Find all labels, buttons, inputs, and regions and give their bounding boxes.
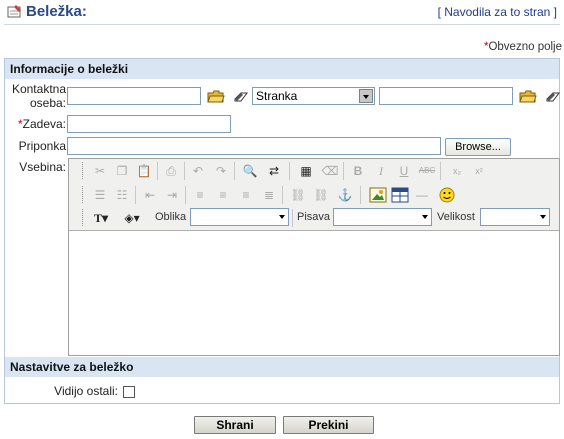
bold-icon[interactable]: B: [349, 162, 367, 180]
folder-open-icon[interactable]: [207, 90, 225, 103]
editor-toolbar-row-2: ☰ ☷ ⇤ ⇥ ≡ ≡ ≡ ≣ ⛓ ⛓ ⚓ ―: [69, 183, 559, 206]
indent-icon[interactable]: ⇥: [163, 186, 181, 204]
subject-input[interactable]: [67, 115, 231, 133]
header-divider: [4, 24, 560, 25]
undo-icon[interactable]: ↶: [189, 162, 207, 180]
unlink-icon[interactable]: ⛓: [312, 186, 330, 204]
underline-icon[interactable]: U: [395, 162, 413, 180]
select-all-icon[interactable]: ▦: [297, 162, 315, 180]
cut-icon[interactable]: ✂: [91, 162, 109, 180]
save-button[interactable]: Shrani: [194, 416, 276, 434]
replace-icon[interactable]: ⇄: [265, 162, 283, 180]
chevron-down-icon: [419, 209, 431, 225]
browse-button[interactable]: Browse...: [445, 138, 511, 156]
content-label: Vsebina:: [19, 160, 66, 174]
paste-icon[interactable]: 📋: [135, 162, 153, 180]
editor-toolbar-row-3: T▾ ◈▾ Oblika Pisava Velikost: [69, 206, 559, 229]
visible-to-others-label: Vidijo ostali:: [54, 384, 118, 398]
remove-format-icon[interactable]: ⌫: [321, 162, 339, 180]
help-link-wrapper: [ Navodila za to stran ]: [437, 5, 557, 19]
smiley-icon[interactable]: [438, 186, 456, 204]
format-label: Oblika: [155, 211, 187, 223]
outdent-icon[interactable]: ⇤: [141, 186, 159, 204]
align-left-icon[interactable]: ≡: [191, 186, 209, 204]
required-note: *Obvezno polje: [483, 41, 562, 53]
contact-label: Kontaktna oseba:: [11, 82, 66, 110]
superscript-icon[interactable]: x²: [470, 162, 488, 180]
size-label: Velikost: [437, 211, 475, 223]
toolbar-grip: [82, 186, 85, 203]
folder-open-icon[interactable]: [519, 90, 537, 103]
link-icon[interactable]: ⛓: [289, 186, 307, 204]
copy-icon[interactable]: ❐: [113, 162, 131, 180]
italic-icon[interactable]: I: [372, 162, 390, 180]
chevron-down-icon: [537, 209, 549, 225]
toolbar-grip: [82, 162, 85, 179]
page-title: Beležka:: [26, 3, 87, 20]
find-icon[interactable]: 🔍: [241, 162, 259, 180]
image-icon[interactable]: [369, 186, 387, 204]
format-select[interactable]: [190, 208, 289, 226]
eraser-icon[interactable]: [545, 91, 561, 103]
bullet-list-icon[interactable]: ☷: [113, 186, 131, 204]
editor-content-area[interactable]: [69, 230, 559, 355]
align-center-icon[interactable]: ≡: [214, 186, 232, 204]
font-label: Pisava: [297, 211, 331, 223]
rich-text-editor: ✂ ❐ 📋 ⎙ ↶ ↷ 🔍 ⇄ ▦ ⌫ B I U ABC x₂ x² ☰ ☷ …: [68, 158, 560, 356]
subscript-icon[interactable]: x₂: [448, 162, 466, 180]
background-color-icon[interactable]: ◈▾: [119, 209, 145, 227]
attachment-input[interactable]: [67, 137, 441, 155]
chevron-down-icon: [359, 89, 373, 103]
subject-label: *Zadeva:: [17, 117, 66, 131]
font-select[interactable]: [333, 208, 432, 226]
strikethrough-icon[interactable]: ABC: [418, 162, 436, 180]
visible-to-others-checkbox[interactable]: [123, 386, 135, 398]
section-header-info: Informacije o beležki: [5, 59, 559, 79]
contact-input[interactable]: [67, 87, 201, 105]
chevron-down-icon: [276, 209, 288, 225]
anchor-icon[interactable]: ⚓: [336, 186, 354, 204]
section-header-settings: Nastavitve za beležko: [5, 357, 559, 377]
numbered-list-icon[interactable]: ☰: [91, 186, 109, 204]
horizontal-rule-icon[interactable]: ―: [413, 186, 431, 204]
align-justify-icon[interactable]: ≣: [260, 186, 278, 204]
eraser-icon[interactable]: [233, 91, 249, 103]
editor-toolbar-row-1: ✂ ❐ 📋 ⎙ ↶ ↷ 🔍 ⇄ ▦ ⌫ B I U ABC x₂ x²: [69, 159, 559, 182]
align-right-icon[interactable]: ≡: [237, 186, 255, 204]
cancel-button[interactable]: Prekini: [283, 416, 374, 434]
table-icon[interactable]: [391, 186, 409, 204]
note-icon: [7, 5, 21, 18]
size-select[interactable]: [480, 208, 550, 226]
redo-icon[interactable]: ↷: [212, 162, 230, 180]
contact-type-select[interactable]: Stranka: [252, 87, 375, 105]
contact-type-input[interactable]: [379, 87, 513, 105]
print-icon[interactable]: ⎙: [162, 162, 180, 180]
attachment-label: Priponka: [18, 139, 66, 153]
text-color-icon[interactable]: T▾: [89, 209, 113, 227]
help-link[interactable]: Navodila za to stran: [444, 5, 550, 19]
toolbar-grip: [82, 209, 85, 226]
